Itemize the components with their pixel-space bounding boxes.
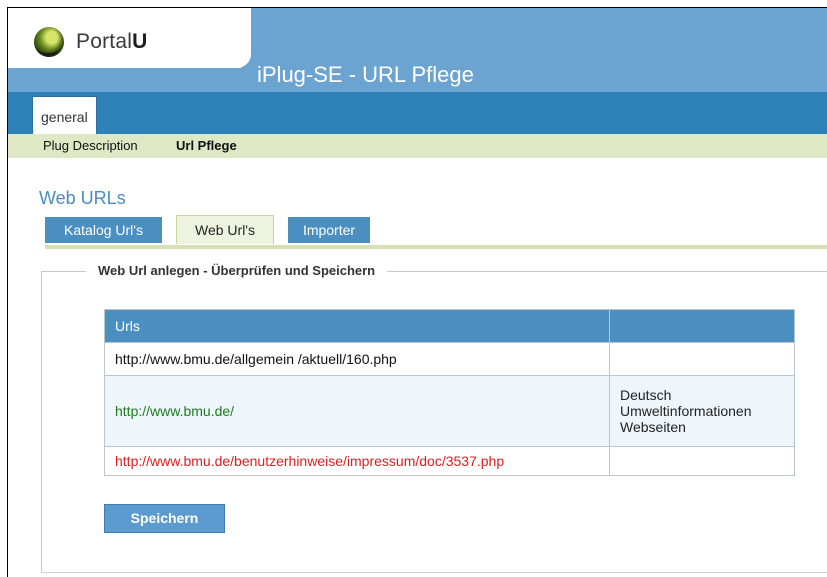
page-title: Web URLs: [39, 188, 126, 208]
header-notch: [231, 8, 251, 68]
description-cell: [609, 446, 795, 476]
app-title: iPlug-SE - URL Pflege: [257, 62, 474, 87]
column-header-description: [609, 309, 795, 343]
table-row: http://www.bmu.de/allgemein /aktuell/160…: [104, 342, 795, 376]
portalu-logo[interactable]: PortalU: [34, 24, 147, 60]
main-nav: general: [8, 92, 827, 135]
url-cell[interactable]: http://www.bmu.de/benutzerhinweise/impre…: [104, 446, 610, 476]
description-cell: Deutsch Umweltinformationen Webseiten: [609, 375, 795, 447]
save-button[interactable]: Speichern: [104, 504, 225, 533]
table-header-row: Urls: [104, 309, 795, 343]
table-row: http://www.bmu.de/benutzerhinweise/impre…: [104, 446, 795, 476]
tab-underline: [45, 245, 827, 249]
tab-katalog-urls[interactable]: Katalog Url's: [45, 217, 162, 243]
column-header-urls: Urls: [104, 309, 610, 343]
header: PortalU iPlug-SE - URL Pflege: [8, 8, 827, 92]
description-cell: [609, 342, 795, 376]
fieldset-legend: Web Url anlegen - Überprüfen und Speiche…: [86, 263, 388, 278]
url-cell[interactable]: http://www.bmu.de/: [104, 375, 610, 447]
url-cell[interactable]: http://www.bmu.de/allgemein /aktuell/160…: [104, 342, 610, 376]
header-banner-left: [8, 68, 268, 92]
app-window: PortalU iPlug-SE - URL Pflege general Pl…: [7, 7, 827, 577]
logo-text-u: U: [132, 30, 148, 53]
table-row: http://www.bmu.de/ Deutsch Umweltinforma…: [104, 375, 795, 447]
tab-web-urls[interactable]: Web Url's: [176, 215, 274, 244]
web-url-fieldset: Web Url anlegen - Überprüfen und Speiche…: [41, 263, 827, 573]
sub-nav: Plug Description Url Pflege: [8, 134, 827, 158]
urls-table: Urls http://www.bmu.de/allgemein /aktuel…: [104, 309, 795, 476]
subnav-plug-description[interactable]: Plug Description: [43, 138, 138, 153]
logo-text: PortalU: [76, 30, 147, 54]
tab-importer[interactable]: Importer: [288, 217, 370, 243]
subnav-url-pflege[interactable]: Url Pflege: [176, 138, 237, 153]
logo-text-portal: Portal: [76, 30, 133, 53]
globe-icon: [34, 27, 64, 57]
tab-general[interactable]: general: [32, 96, 97, 135]
